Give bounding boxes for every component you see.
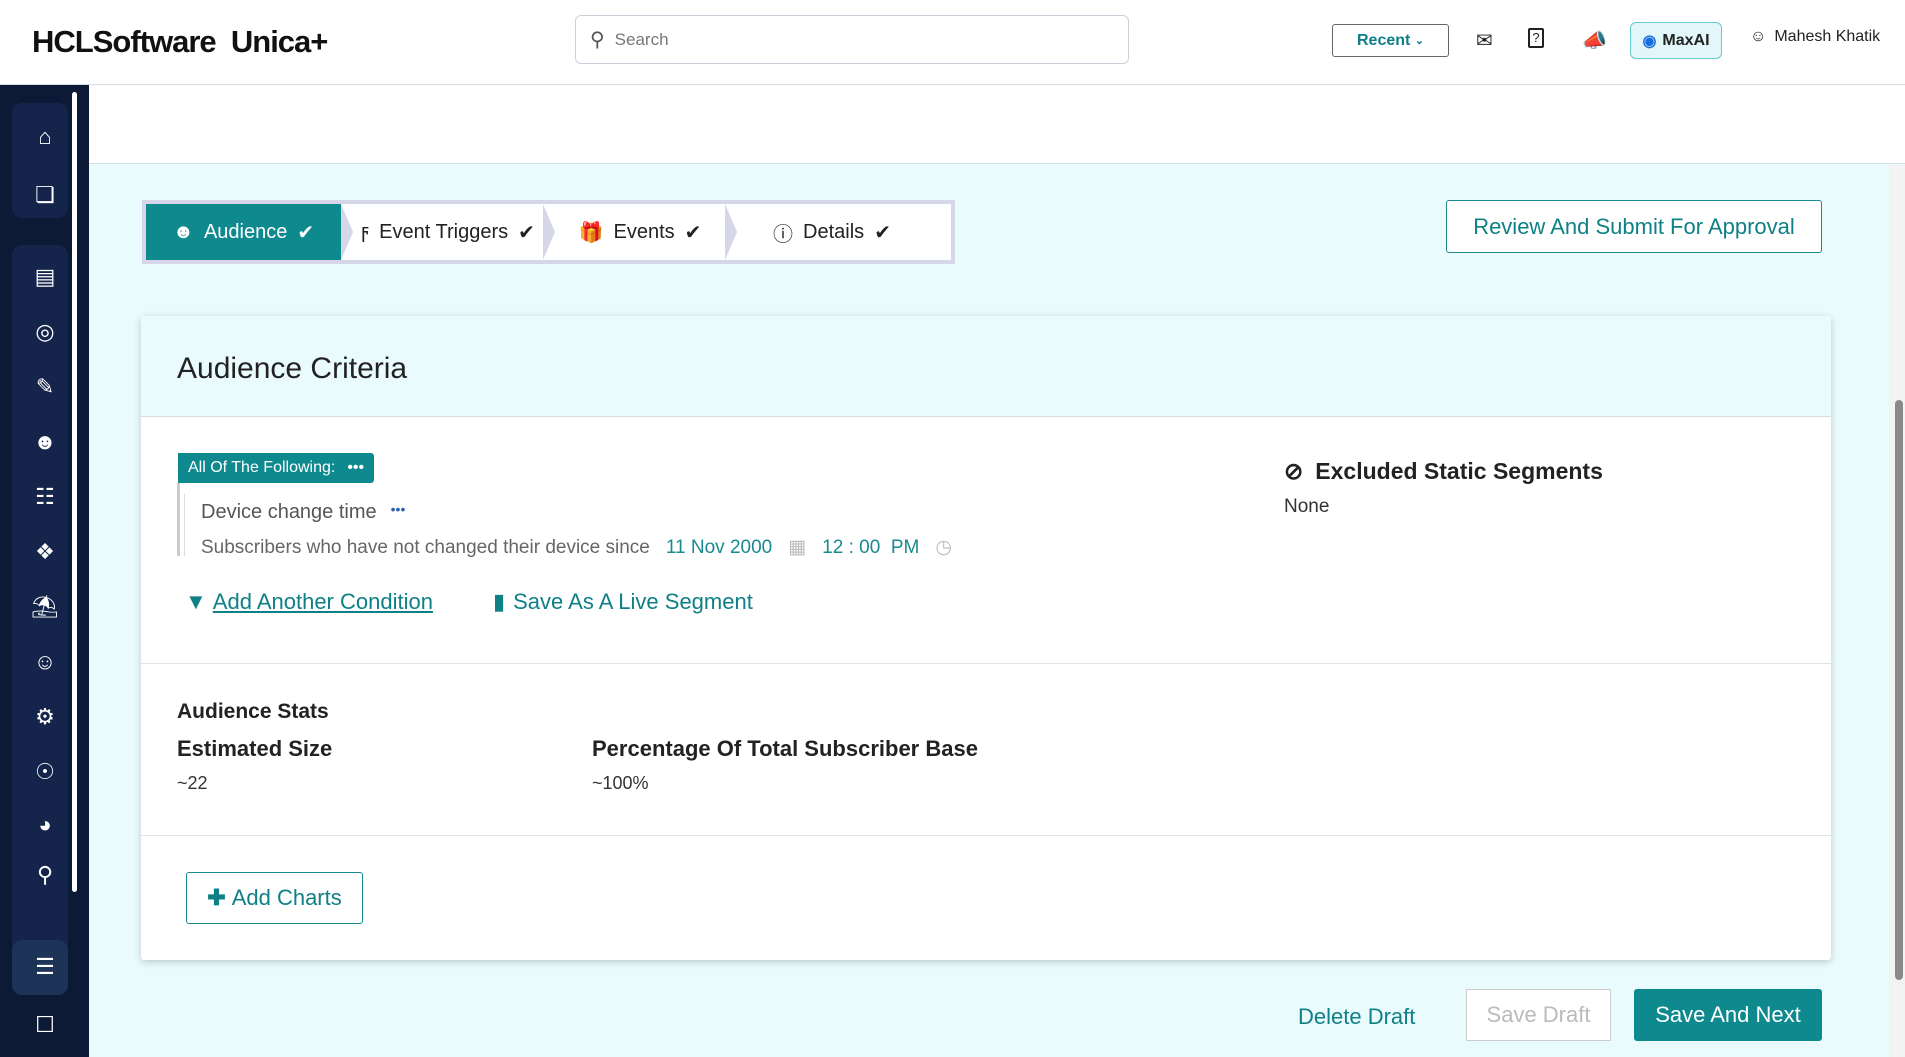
more-icon[interactable]: ••• (347, 459, 364, 477)
ban-icon: ⊘ (1284, 458, 1304, 484)
maxai-icon: ◉ (1642, 32, 1657, 50)
bot-icon[interactable]: ☺ (22, 642, 68, 682)
user-menu[interactable]: ☺ Mahesh Khatik (1750, 28, 1880, 46)
megaphone-icon[interactable]: 📣 (1582, 28, 1607, 53)
analytics-icon[interactable]: ▤ (22, 257, 68, 297)
review-submit-button[interactable]: Review And Submit For Approval (1446, 200, 1822, 253)
save-draft-button[interactable]: Save Draft (1466, 989, 1611, 1041)
target-icon[interactable]: ☉ (22, 752, 68, 792)
bank-icon[interactable]: ⛱ (22, 587, 68, 627)
info-icon: ⓘ (773, 223, 794, 246)
calendar-icon[interactable]: ▦ (788, 536, 806, 559)
excluded-title-text: Excluded Static Segments (1315, 458, 1603, 484)
lock-icon[interactable]: ☐ (22, 1005, 68, 1045)
content-icon[interactable]: ✎ (22, 367, 68, 407)
scrollbar-thumb[interactable] (1895, 400, 1903, 980)
hierarchy-icon[interactable]: ☷ (22, 477, 68, 517)
user-icon: ☺ (1750, 28, 1767, 45)
chevron-down-icon: ⌄ (1414, 35, 1425, 47)
search-input[interactable]: ⚲ Search (575, 15, 1129, 64)
audience-criteria-card: Audience Criteria All Of The Following: •… (141, 316, 1831, 960)
check-icon: ✔ (684, 221, 702, 244)
check-icon: ✔ (518, 221, 535, 244)
user-name: Mahesh Khatik (1774, 28, 1881, 45)
percentage-value: ~100% (592, 773, 649, 793)
search-placeholder: Search (614, 29, 669, 49)
estimated-size-value: ~22 (177, 773, 208, 793)
stepper: ☻ Audience ✔ ϝ Event Triggers ✔ 🎁 Events ✔ ⓘ De… (142, 200, 955, 264)
step-label: Event Triggers (379, 220, 509, 243)
estimated-size-label: Estimated Size (177, 736, 333, 761)
step-label: Events (613, 220, 675, 243)
help-icon[interactable]: ? (1528, 28, 1544, 48)
step-label: Details (803, 220, 865, 243)
step-separator (725, 204, 737, 260)
card-title: Audience Criteria (177, 352, 408, 385)
group-line (177, 483, 180, 556)
mail-icon[interactable]: ✉ (1476, 28, 1493, 53)
step-separator (543, 204, 555, 260)
home-icon[interactable]: ⌂ (22, 117, 68, 157)
search-icon: ⚲ (590, 29, 605, 51)
audience-stats-title: Audience Stats (177, 700, 329, 723)
recent-label: Recent (1356, 31, 1411, 49)
add-charts-button[interactable]: ✚ Add Charts (186, 872, 363, 924)
plus-icon: ✚ (207, 885, 226, 910)
clock-icon[interactable]: ◷ (935, 536, 952, 559)
condition-line (184, 494, 185, 556)
step-separator (341, 204, 353, 260)
audience-icon[interactable]: ☻ (22, 422, 68, 462)
speed-icon[interactable]: ◕ (22, 805, 68, 845)
percentage-label: Percentage Of Total Subscriber Base (592, 736, 978, 761)
product-name: Unica+ (230, 24, 329, 59)
more-icon[interactable]: ••• (391, 501, 406, 524)
maxai-label: MaxAI (1662, 31, 1710, 49)
condition-name: Device change time (201, 501, 377, 523)
tag-icon[interactable]: ❖ (22, 532, 68, 572)
settings-form-icon[interactable]: ⚙ (22, 697, 68, 737)
top-band (89, 86, 1905, 164)
save-live-label: Save As A Live Segment (513, 589, 753, 614)
date-field[interactable]: 11 Nov 2000 (666, 537, 772, 559)
sliders-icon[interactable]: ☰ (22, 947, 68, 987)
save-and-next-button[interactable]: Save And Next (1634, 989, 1822, 1041)
delete-draft-button[interactable]: Delete Draft (1298, 1004, 1415, 1030)
step-details[interactable]: ⓘ Details ✔ (737, 204, 927, 260)
logo[interactable]: HCLSoftware Unica+ (32, 24, 329, 60)
bolt-icon: ϝ (361, 220, 370, 243)
divider (141, 663, 1831, 664)
gallery-icon[interactable]: ❏ (22, 175, 68, 215)
sidebar-scrollbar[interactable] (72, 92, 77, 892)
condition-text: Subscribers who have not changed their d… (201, 536, 650, 558)
check-icon: ✔ (874, 221, 891, 244)
add-condition-label: Add Another Condition (212, 589, 433, 614)
filter-icon: ▼ (185, 589, 207, 614)
users-icon: ☻ (172, 220, 194, 243)
step-events[interactable]: 🎁 Events ✔ (555, 204, 725, 260)
bookmark-icon: ▮ (493, 589, 506, 614)
excluded-segments-title: ⊘ Excluded Static Segments (1284, 458, 1603, 485)
card-header: Audience Criteria (141, 316, 1831, 417)
group-operator[interactable]: All Of The Following: ••• (178, 453, 375, 483)
step-label: Audience (203, 220, 288, 243)
condition-description: Subscribers who have not changed their d… (201, 536, 952, 559)
group-label: All Of The Following: (188, 459, 336, 476)
maxai-button[interactable]: ◉ MaxAI (1630, 22, 1722, 59)
check-icon: ✔ (297, 221, 315, 244)
excluded-segments-value: None (1284, 496, 1330, 517)
step-event-triggers[interactable]: ϝ Event Triggers ✔ (353, 204, 543, 260)
step-audience[interactable]: ☻ Audience ✔ (146, 204, 341, 260)
recent-dropdown[interactable]: Recent ⌄ (1332, 24, 1449, 57)
gift-icon: 🎁 (578, 221, 604, 244)
divider (141, 835, 1831, 836)
add-charts-label: Add Charts (231, 885, 342, 910)
condition: Device change time ••• (201, 501, 405, 524)
top-header: HCLSoftware Unica+ ⚲ Search Recent ⌄ ✉ ? … (0, 0, 1905, 85)
broadcast-icon[interactable]: ◎ (22, 312, 68, 352)
time-field[interactable]: 12 : 00 PM (822, 537, 919, 559)
brand-name: HCLSoftware (32, 24, 217, 59)
save-live-segment-link[interactable]: ▮ Save As A Live Segment (493, 589, 753, 615)
insights-icon[interactable]: ⚲ (22, 855, 68, 895)
add-condition-link[interactable]: ▼ Add Another Condition (185, 589, 433, 615)
